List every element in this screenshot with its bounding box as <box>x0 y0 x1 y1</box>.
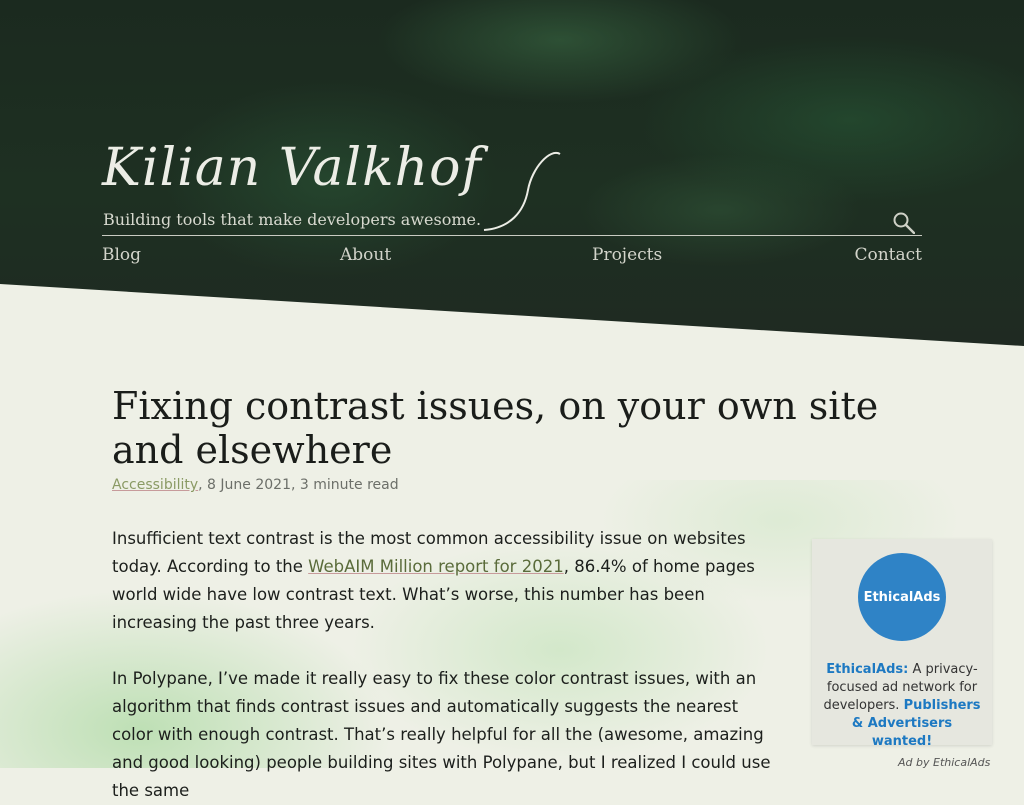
logo-swash-icon <box>483 151 561 231</box>
nav-item-projects[interactable]: Projects <box>592 245 662 265</box>
site-tagline: Building tools that make developers awes… <box>103 210 482 229</box>
ethical-ad[interactable]: EthicalAds EthicalAds: A privacy-focused… <box>812 539 992 749</box>
ad-brand[interactable]: EthicalAds: <box>826 662 908 677</box>
search-icon[interactable] <box>893 212 915 234</box>
site-logo[interactable]: Kilian Valkhof <box>102 138 482 198</box>
ad-attribution[interactable]: Ad by EthicalAds <box>898 756 990 769</box>
article-date-readtime: , 8 June 2021, 3 minute read <box>198 477 399 493</box>
header-divider <box>102 235 922 236</box>
nav-item-about[interactable]: About <box>340 245 391 265</box>
article-meta: Accessibility, 8 June 2021, 3 minute rea… <box>112 477 399 493</box>
nav-item-blog[interactable]: Blog <box>102 245 141 265</box>
webaim-report-link[interactable]: WebAIM Million report for 2021 <box>308 557 564 576</box>
article-paragraph: Insufficient text contrast is the most c… <box>112 525 782 637</box>
ethicalads-logo[interactable]: EthicalAds <box>858 553 946 641</box>
nav-item-contact[interactable]: Contact <box>854 245 922 265</box>
ad-text: EthicalAds: A privacy-focused ad network… <box>822 661 982 751</box>
category-link[interactable]: Accessibility <box>112 477 198 493</box>
article-paragraph: In Polypane, I’ve made it really easy to… <box>112 665 782 805</box>
paragraph-text: In Polypane, I’ve made it really easy to… <box>112 669 771 800</box>
article-title: Fixing contrast issues, on your own site… <box>112 384 879 472</box>
main-nav: Blog About Projects Contact <box>102 245 922 269</box>
